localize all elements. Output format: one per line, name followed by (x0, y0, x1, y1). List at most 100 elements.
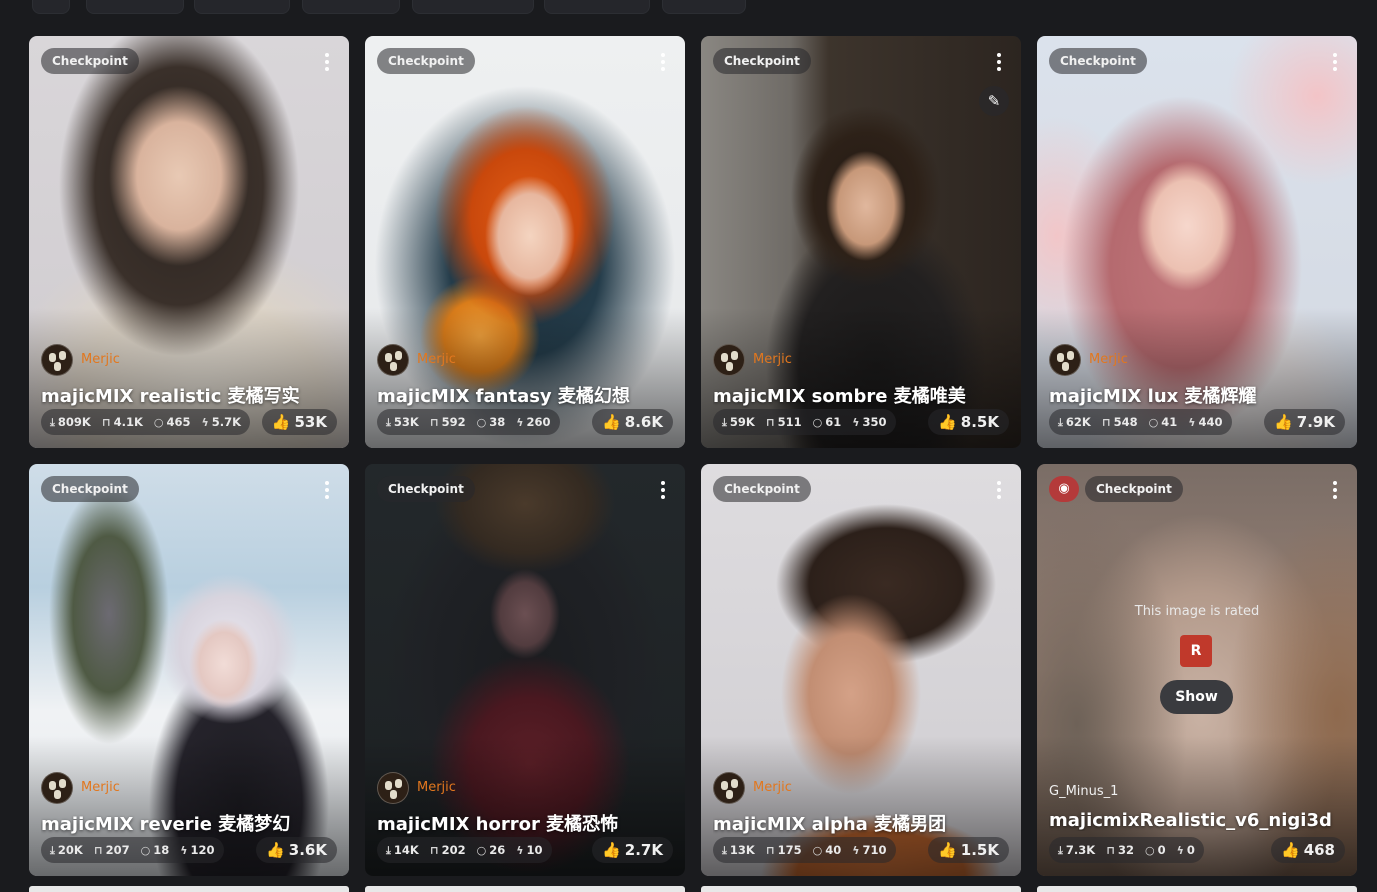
model-title: majicMIX realistic 麦橘写实 (41, 386, 300, 407)
type-badge[interactable]: Checkpoint (1049, 48, 1147, 74)
like-button[interactable]: 👍 8.5K (928, 409, 1009, 435)
model-card[interactable]: Checkpoint Merjic majicMIX horror 麦橘恐怖 ⤓… (365, 464, 685, 876)
creator-name[interactable]: Merjic (81, 780, 120, 795)
model-card[interactable]: Checkpoint Merjic majicMIX fantasy 麦橘幻想 … (365, 36, 685, 448)
favorite-count: 592 (441, 415, 466, 429)
favorite-count: 202 (441, 843, 466, 857)
like-button[interactable]: 👍 468 (1271, 837, 1345, 863)
kebab-menu-icon[interactable] (655, 50, 671, 74)
avatar (713, 772, 745, 804)
download-count: 809K (57, 415, 91, 429)
stats-bar: ⤓ 7.3K ⊓ 32 ○ 0 ϟ0 (1049, 837, 1204, 863)
creator-name[interactable]: Merjic (417, 780, 456, 795)
kebab-menu-icon[interactable] (991, 478, 1007, 502)
creator-name[interactable]: Merjic (753, 780, 792, 795)
filter-pill-5[interactable] (412, 0, 534, 14)
like-count: 7.9K (1296, 413, 1335, 431)
tip-count: 0 (1186, 843, 1195, 857)
bookmark-icon: ⊓ (765, 416, 775, 429)
model-title: majicMIX lux 麦橘辉耀 (1049, 386, 1257, 407)
kebab-menu-icon[interactable] (655, 478, 671, 502)
type-badge[interactable]: Checkpoint (377, 48, 475, 74)
type-badge[interactable]: Checkpoint (713, 476, 811, 502)
model-card[interactable]: ◉ Checkpoint This image is rated R Show … (1037, 464, 1357, 876)
tip-count: 350 (862, 415, 887, 429)
like-count: 53K (294, 413, 328, 431)
stats-bar: ⤓ 53K ⊓ 592 ○ 38 ϟ 260 (377, 409, 560, 435)
model-card[interactable]: Checkpoint Merjic majicMIX realistic 麦橘写… (29, 36, 349, 448)
tip-count: 440 (1198, 415, 1223, 429)
creator-name[interactable]: G_Minus_1 (1049, 784, 1118, 799)
filter-bar (0, 0, 1377, 20)
type-badge[interactable]: Checkpoint (713, 48, 811, 74)
bookmark-icon: ⊓ (765, 844, 775, 857)
type-badge[interactable]: Checkpoint (41, 48, 139, 74)
download-icon: ⤓ (722, 844, 727, 857)
favorite-count: 207 (105, 843, 130, 857)
kebab-menu-icon[interactable] (319, 50, 335, 74)
thumb-up-icon: 👍 (602, 413, 621, 431)
favorite-count: 175 (777, 843, 802, 857)
filter-pill-2[interactable] (86, 0, 184, 14)
next-row-card-edge (29, 886, 349, 892)
type-badge[interactable]: Checkpoint (1085, 476, 1183, 502)
download-icon: ⤓ (386, 844, 391, 857)
creator-name[interactable]: Merjic (753, 352, 792, 367)
kebab-menu-icon[interactable] (1327, 478, 1343, 502)
stats-bar: ⤓ 62K ⊓ 548 ○ 41 ϟ 440 (1049, 409, 1232, 435)
comment-count: 0 (1157, 843, 1166, 857)
comment-icon: ○ (476, 416, 487, 429)
eye-icon[interactable]: ◉ (1049, 476, 1079, 502)
type-badge[interactable]: Checkpoint (41, 476, 139, 502)
avatar (377, 344, 409, 376)
model-title: majicMIX reverie 麦橘梦幻 (41, 814, 291, 835)
kebab-menu-icon[interactable] (319, 478, 335, 502)
like-count: 1.5K (960, 841, 999, 859)
like-count: 8.5K (960, 413, 999, 431)
favorite-count: 511 (777, 415, 802, 429)
bookmark-icon: ⊓ (429, 844, 439, 857)
creator-name[interactable]: Merjic (417, 352, 456, 367)
filter-pill-7[interactable] (662, 0, 746, 14)
model-card[interactable]: Checkpoint Merjic majicMIX lux 麦橘辉耀 ⤓ 62K… (1037, 36, 1357, 448)
brush-icon[interactable]: ✎ (979, 86, 1009, 116)
comment-icon: ○ (1144, 844, 1155, 857)
like-button[interactable]: 👍 3.6K (256, 837, 337, 863)
model-title: majicMIX fantasy 麦橘幻想 (377, 386, 630, 407)
kebab-menu-icon[interactable] (1327, 50, 1343, 74)
like-button[interactable]: 👍 1.5K (928, 837, 1009, 863)
stats-bar: ⤓ 20K ⊓ 207 ○ 18 ϟ 120 (41, 837, 224, 863)
like-button[interactable]: 👍 8.6K (592, 409, 673, 435)
kebab-menu-icon[interactable] (991, 50, 1007, 74)
creator-name[interactable]: Merjic (81, 352, 120, 367)
bolt-icon: ϟ (1188, 416, 1196, 429)
model-card[interactable]: Checkpoint Merjic majicMIX reverie 麦橘梦幻 … (29, 464, 349, 876)
model-card[interactable]: Checkpoint Merjic majicMIX alpha 麦橘男团 ⤓ 1… (701, 464, 1021, 876)
like-button[interactable]: 👍 53K (261, 409, 337, 435)
like-button[interactable]: 👍 2.7K (592, 837, 673, 863)
tip-count: 120 (190, 843, 215, 857)
like-count: 2.7K (624, 841, 663, 859)
favorite-count: 4.1K (113, 415, 143, 429)
download-icon: ⤓ (50, 844, 55, 857)
avatar (377, 772, 409, 804)
bolt-icon: ϟ (852, 416, 860, 429)
next-row-card-edge (1037, 886, 1357, 892)
creator-name[interactable]: Merjic (1089, 352, 1128, 367)
download-icon: ⤓ (50, 416, 55, 429)
filter-pill-4[interactable] (302, 0, 400, 14)
thumb-up-icon: 👍 (266, 841, 285, 859)
filter-pill-6[interactable] (544, 0, 650, 14)
thumb-up-icon: 👍 (938, 841, 957, 859)
comment-icon: ○ (476, 844, 487, 857)
model-card[interactable]: Checkpoint ✎ Merjic majicMIX sombre 麦橘唯美… (701, 36, 1021, 448)
favorite-count: 548 (1113, 415, 1138, 429)
like-button[interactable]: 👍 7.9K (1264, 409, 1345, 435)
stats-bar: ⤓ 59K ⊓ 511 ○ 61 ϟ 350 (713, 409, 896, 435)
download-icon: ⤓ (722, 416, 727, 429)
filter-pill-3[interactable] (194, 0, 290, 14)
show-button[interactable]: Show (1160, 680, 1233, 714)
type-badge[interactable]: Checkpoint (377, 476, 475, 502)
filter-pill-1[interactable] (32, 0, 70, 14)
comment-count: 41 (1161, 415, 1178, 429)
